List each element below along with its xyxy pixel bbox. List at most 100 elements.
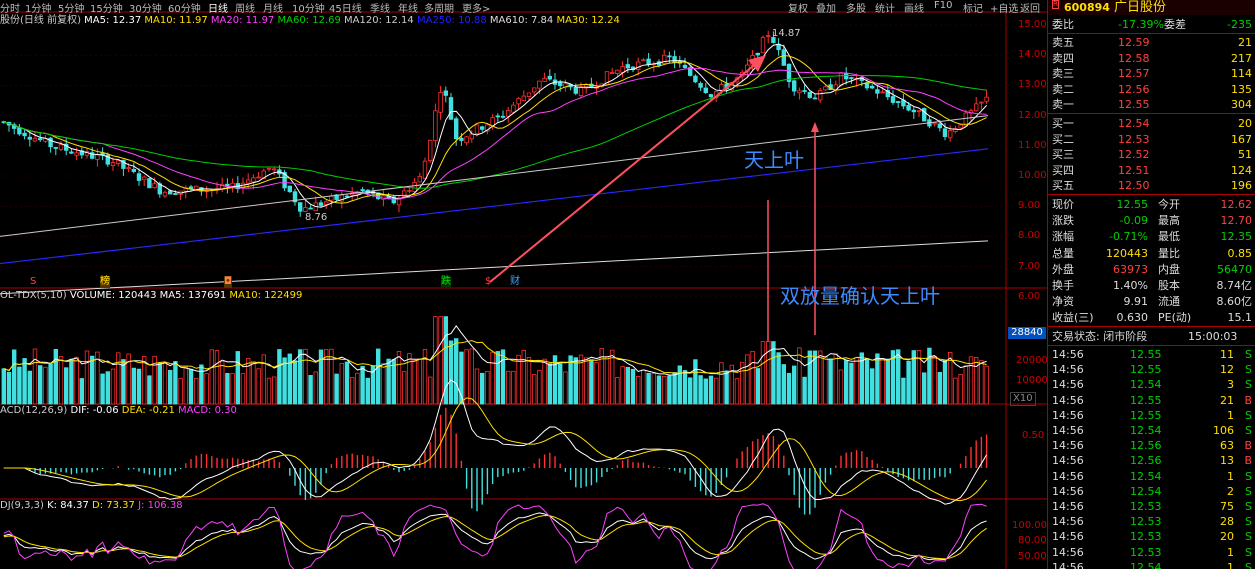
market-icon: R [1052, 0, 1059, 9]
volume-bar [979, 360, 984, 405]
menu-period-10[interactable]: 45日线 [329, 0, 362, 15]
candle-body [932, 122, 937, 125]
candle-body [173, 193, 178, 195]
menu-tool-1[interactable]: 叠加 [816, 0, 836, 15]
event-marker-finance[interactable]: 财 [510, 276, 520, 288]
candle-body [329, 195, 334, 201]
menu-period-11[interactable]: 季线 [370, 0, 390, 15]
event-marker-dollar[interactable]: $ [485, 276, 491, 288]
ma-legend-item-2: MA20: 11.97 [210, 15, 278, 26]
candle-body [464, 136, 469, 144]
volume-bar [750, 350, 755, 405]
menu-period-1[interactable]: 1分钟 [25, 0, 51, 15]
candle-body [438, 92, 443, 113]
volume-bar [74, 356, 79, 405]
menu-period-3[interactable]: 15分钟 [90, 0, 123, 15]
menu-tool-5[interactable]: F10 [934, 0, 952, 11]
menu-period-9[interactable]: 10分钟 [292, 0, 325, 15]
candle-body [922, 108, 927, 122]
order-volume: 196 [1231, 179, 1252, 192]
ma-legend-item-4: MA120: 12.14 [344, 15, 417, 26]
tick-price: 12.55 [1130, 363, 1162, 377]
quote-label: 净资 [1052, 295, 1074, 309]
volume-axis-top: 28840 [1008, 327, 1046, 339]
volume-axis-20000: 20000 [1016, 355, 1047, 366]
volume-bar [568, 355, 573, 405]
candle-body [797, 90, 802, 94]
quote-value: 120443 [1106, 246, 1148, 260]
candle-body [110, 162, 116, 166]
price-axis-label: 13.00 [1018, 79, 1047, 91]
quote-value: 12.55 [1116, 198, 1149, 211]
quote-label: 换手 [1052, 279, 1074, 292]
event-marker-list[interactable]: 榜 [100, 276, 110, 288]
tick-volume: 106 [1213, 424, 1234, 437]
menu-period-13[interactable]: 多周期 [424, 0, 454, 15]
event-marker-box[interactable]: ◘ [224, 276, 232, 288]
menu-period-14[interactable]: 更多> [462, 0, 490, 15]
kline-chart-area[interactable]: 分时 1分钟 5分钟 15分钟 30分钟 60分钟 日线 周线 月线 10分钟 45日线 季线 年线 多周… [0, 0, 1047, 569]
menu-tool-0[interactable]: 复权 [788, 0, 808, 15]
candle-body [880, 91, 885, 94]
candle-body [500, 115, 506, 118]
menu-period-12[interactable]: 年线 [398, 0, 418, 15]
menu-tool-3[interactable]: 统计 [875, 0, 895, 15]
menu-period-6[interactable]: 日线 [208, 0, 228, 15]
candle-body [443, 90, 448, 96]
candle-body [890, 96, 896, 103]
quote-row: 涨幅 -0.71% 最低 12.35 [1048, 229, 1255, 244]
menu-tool-2[interactable]: 多股 [846, 0, 866, 15]
price-axis-label: 6.00 [1018, 290, 1041, 302]
volume-bar [131, 367, 136, 405]
menu-period-2[interactable]: 5分钟 [58, 0, 84, 15]
menu-period-7[interactable]: 周线 [235, 0, 255, 15]
volume-bar [48, 363, 53, 405]
menu-tool-6[interactable]: 标记 [963, 0, 983, 15]
tick-volume: 1 [1227, 560, 1234, 569]
menu-period-8[interactable]: 月线 [263, 0, 283, 15]
menu-period-4[interactable]: 30分钟 [129, 0, 162, 15]
volume-bar [958, 374, 963, 405]
volume-bar [251, 360, 256, 405]
menu-period-0[interactable]: 分时 [0, 0, 20, 15]
volume-bar [885, 358, 890, 405]
menu-tool-7[interactable]: +自选 [990, 0, 1018, 15]
candle-body [422, 160, 428, 180]
tick-time: 14:56 [1052, 484, 1084, 498]
menu-tool-4[interactable]: 画线 [904, 0, 924, 15]
volume-bar [136, 368, 142, 405]
volume-bar [505, 370, 511, 405]
stock-code: 600894 [1064, 1, 1110, 14]
tick-time: 14:56 [1052, 469, 1084, 483]
event-marker-s[interactable]: S [30, 276, 36, 288]
volume-bar [167, 369, 173, 405]
candle-body [636, 61, 641, 71]
quote-row: 现价 12.55 今开 12.62 [1048, 197, 1255, 212]
volume-bar [849, 362, 854, 405]
candle-body [427, 139, 433, 161]
tick-volume: 75 [1220, 500, 1234, 513]
volume-legend-item-1: MA5: 137691 [159, 290, 230, 301]
main-chart-title: 股份(日线 前复权) [0, 15, 81, 26]
menu-period-5[interactable]: 60分钟 [168, 0, 201, 15]
tick-time: 14:56 [1052, 393, 1084, 407]
volume-bar [381, 363, 386, 405]
menu-tool-8[interactable]: 返回 [1020, 0, 1040, 15]
volume-unit-button[interactable]: X10 [1010, 392, 1036, 406]
quote-label: 外盘 [1052, 262, 1074, 276]
event-marker-fall[interactable]: 跌 [441, 276, 451, 288]
volume-bar [537, 369, 542, 405]
price-axis-label: 11.00 [1018, 139, 1047, 151]
volume-bar [963, 365, 968, 405]
tick-side: S [1245, 515, 1252, 529]
volume-bar [199, 364, 204, 405]
volume-bar [162, 362, 168, 405]
sell-row: 卖一 12.55 304 [1048, 97, 1255, 112]
quote-label: 涨跌 [1052, 214, 1074, 228]
volume-bar [828, 358, 833, 405]
quote-value: 12.35 [1220, 230, 1253, 244]
volume-bar [625, 366, 630, 405]
volume-bar [516, 354, 521, 405]
candle-body [32, 137, 38, 142]
order-volume: 124 [1231, 163, 1252, 177]
